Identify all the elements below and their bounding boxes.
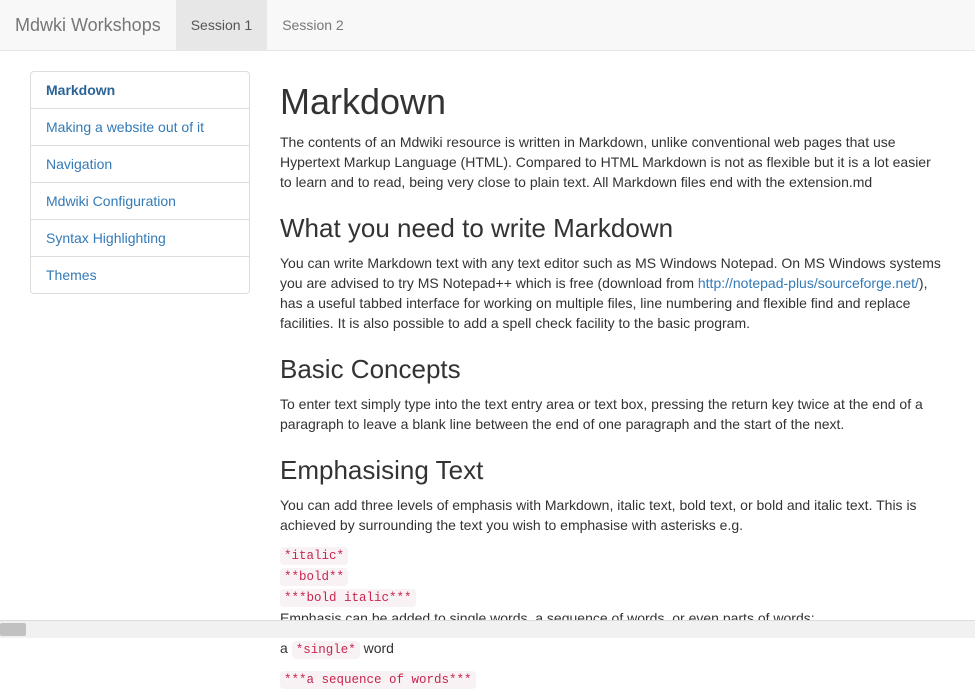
tab-session-1[interactable]: Session 1 (176, 0, 267, 50)
tab-session-2[interactable]: Session 2 (267, 0, 358, 50)
code-bold: **bold** (280, 568, 348, 586)
sidebar: Markdown Making a website out of it Navi… (30, 71, 250, 294)
sidebar-item-navigation[interactable]: Navigation (31, 146, 249, 183)
emphasis-code-block: *italic* **bold** ***bold italic*** (280, 546, 945, 609)
code-single: *single* (292, 641, 360, 659)
basic-concepts-paragraph: To enter text simply type into the text … (280, 395, 945, 435)
code-bold-italic: ***bold italic*** (280, 589, 416, 607)
emphasis-a-pre: a (280, 640, 292, 656)
notepad-plus-link[interactable]: http://notepad-plus/sourceforge.net/ (698, 275, 919, 291)
sidebar-column: Markdown Making a website out of it Navi… (15, 71, 265, 691)
emphasis-intro-paragraph: You can add three levels of emphasis wit… (280, 496, 945, 536)
sidebar-item-markdown[interactable]: Markdown (31, 72, 249, 109)
what-you-need-paragraph: You can write Markdown text with any tex… (280, 254, 945, 334)
content-column: Markdown The contents of an Mdwiki resou… (265, 71, 960, 691)
sidebar-item-syntax-highlighting[interactable]: Syntax Highlighting (31, 220, 249, 257)
sidebar-item-themes[interactable]: Themes (31, 257, 249, 293)
emphasis-a-post: word (360, 640, 394, 656)
heading-what-you-need: What you need to write Markdown (280, 213, 945, 244)
emphasis-single-line: a *single* word (280, 639, 945, 660)
intro-paragraph: The contents of an Mdwiki resource is wr… (280, 133, 945, 193)
code-italic: *italic* (280, 547, 348, 565)
emphasis-sequence-line: ***a sequence of words*** (280, 670, 945, 691)
page-title: Markdown (280, 81, 945, 123)
horizontal-scrollbar[interactable] (0, 620, 975, 638)
heading-basic-concepts: Basic Concepts (280, 354, 945, 385)
sidebar-item-mdwiki-configuration[interactable]: Mdwiki Configuration (31, 183, 249, 220)
sidebar-item-making-website[interactable]: Making a website out of it (31, 109, 249, 146)
navbar-brand[interactable]: Mdwki Workshops (15, 0, 176, 50)
navbar: Mdwki Workshops Session 1 Session 2 (0, 0, 975, 51)
code-sequence: ***a sequence of words*** (280, 671, 476, 689)
scrollbar-thumb[interactable] (0, 623, 26, 636)
heading-emphasising-text: Emphasising Text (280, 455, 945, 486)
page-container: Markdown Making a website out of it Navi… (0, 51, 975, 691)
